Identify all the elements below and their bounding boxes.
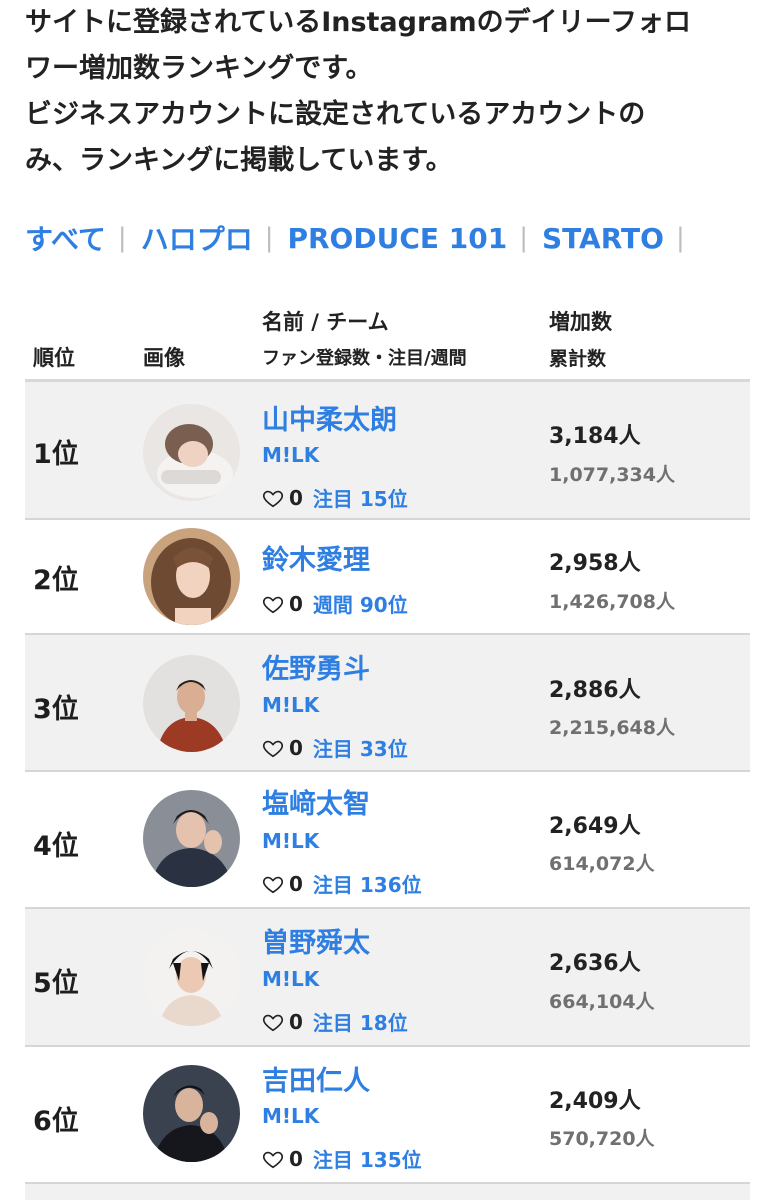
- follower-total: 2,215,648人: [549, 717, 675, 739]
- table-row[interactable]: 2位 鈴木愛理 0 週間 90位 2,958人 1,426,708人: [25, 520, 750, 635]
- avatar[interactable]: [143, 404, 240, 501]
- rank-label: 3位: [33, 694, 79, 725]
- rank-label: 1位: [33, 439, 79, 470]
- fan-note-line: 0 注目 136位: [262, 869, 422, 898]
- member-name-link[interactable]: 吉田仁人: [262, 1059, 370, 1098]
- filter-separator: |: [519, 223, 528, 253]
- attention-rank[interactable]: 注目 33位: [313, 733, 408, 762]
- team-link[interactable]: M!LK: [262, 443, 319, 467]
- fan-count: 0: [289, 735, 303, 760]
- table-header: 順位 画像 名前 / チーム ファン登録数・注目/週間 増加数 累計数: [25, 292, 750, 382]
- heart-outline-icon[interactable]: [262, 737, 284, 759]
- fan-count: 0: [289, 591, 303, 616]
- intro-line: ワー増加数ランキングです。: [25, 53, 373, 84]
- follower-increase: 3,184人: [549, 424, 641, 449]
- rank-label: 2位: [33, 565, 79, 596]
- intro-line: サイトに登録されているInstagramのデイリーフォロ: [25, 7, 692, 38]
- intro-line: ビジネスアカウントに設定されているアカウントの: [25, 99, 646, 130]
- follower-increase: 2,649人: [549, 814, 641, 839]
- weekly-rank[interactable]: 週間 90位: [313, 589, 408, 618]
- follower-increase: 2,636人: [549, 951, 641, 976]
- intro-line: み、ランキングに掲載しています。: [25, 145, 453, 176]
- avatar[interactable]: [143, 528, 240, 625]
- member-name-link[interactable]: 山中柔太朗: [262, 398, 397, 437]
- fan-note-line: 0 注目 15位: [262, 483, 408, 512]
- table-row[interactable]: 3位 佐野勇斗 M!LK 0 注目 33位 2,886人 2,215,648人: [25, 635, 750, 772]
- team-link[interactable]: M!LK: [262, 967, 319, 991]
- intro-text: サイトに登録されているInstagramのデイリーフォロ ワー増加数ランキングで…: [25, 0, 755, 184]
- rank-label: 6位: [33, 1106, 79, 1137]
- filter-separator: |: [117, 223, 127, 253]
- avatar[interactable]: [143, 655, 240, 752]
- filter-separator: |: [264, 223, 274, 253]
- fan-count: 0: [289, 871, 303, 896]
- filter-starto-link[interactable]: STARTO: [542, 222, 664, 255]
- header-image: 画像: [143, 346, 185, 370]
- table-row[interactable]: 1位 山中柔太朗 M!LK 0 注目 15位 3,184人 1,077,334人: [25, 382, 750, 520]
- heart-outline-icon[interactable]: [262, 487, 284, 509]
- heart-outline-icon[interactable]: [262, 1011, 284, 1033]
- header-fans-note: ファン登録数・注目/週間: [262, 348, 467, 369]
- fan-note-line: 0 注目 135位: [262, 1144, 422, 1173]
- attention-rank[interactable]: 注目 135位: [313, 1144, 422, 1173]
- member-name-link[interactable]: 佐野勇斗: [262, 647, 370, 686]
- attention-rank[interactable]: 注目 15位: [313, 483, 408, 512]
- header-increase: 増加数: [549, 310, 612, 334]
- attention-rank[interactable]: 注目 136位: [313, 869, 422, 898]
- follower-total: 1,426,708人: [549, 591, 675, 613]
- rank-label: 5位: [33, 968, 79, 999]
- category-filter-bar: すべて | ハロプロ | PRODUCE 101 | STARTO |: [25, 214, 699, 262]
- avatar[interactable]: [143, 929, 240, 1026]
- heart-outline-icon[interactable]: [262, 593, 284, 615]
- member-name-link[interactable]: 曽野舜太: [262, 921, 370, 960]
- follower-total: 570,720人: [549, 1128, 655, 1150]
- team-link[interactable]: M!LK: [262, 693, 319, 717]
- header-rank: 順位: [33, 346, 75, 370]
- header-name-team: 名前 / チーム: [262, 310, 389, 334]
- avatar[interactable]: [143, 790, 240, 887]
- avatar[interactable]: [143, 1065, 240, 1162]
- heart-outline-icon[interactable]: [262, 873, 284, 895]
- follower-total: 614,072人: [549, 853, 655, 875]
- member-name-link[interactable]: 鈴木愛理: [262, 538, 370, 577]
- table-row[interactable]: 6位 吉田仁人 M!LK 0 注目 135位 2,409人 570,720人: [25, 1047, 750, 1184]
- fan-note-line: 0 週間 90位: [262, 589, 408, 618]
- follower-total: 1,077,334人: [549, 464, 675, 486]
- heart-outline-icon[interactable]: [262, 1148, 284, 1170]
- team-link[interactable]: M!LK: [262, 1104, 319, 1128]
- fan-count: 0: [289, 485, 303, 510]
- table-row[interactable]: 4位 塩﨑太智 M!LK 0 注目 136位 2,649人 614,072人: [25, 772, 750, 909]
- rank-label: 4位: [33, 831, 79, 862]
- member-name-link[interactable]: 塩﨑太智: [262, 782, 370, 821]
- filter-all-link[interactable]: すべて: [25, 218, 106, 258]
- attention-rank[interactable]: 注目 18位: [313, 1007, 408, 1036]
- fan-note-line: 0 注目 18位: [262, 1007, 408, 1036]
- filter-separator: |: [675, 223, 685, 253]
- filter-produce101-link[interactable]: PRODUCE 101: [287, 222, 507, 255]
- fan-note-line: 0 注目 33位: [262, 733, 408, 762]
- ranking-table: 順位 画像 名前 / チーム ファン登録数・注目/週間 増加数 累計数 1位 山…: [25, 292, 750, 1184]
- header-cumulative: 累計数: [549, 348, 607, 370]
- fan-count: 0: [289, 1009, 303, 1034]
- follower-increase: 2,958人: [549, 551, 641, 576]
- team-link[interactable]: M!LK: [262, 829, 319, 853]
- filter-helloproject-link[interactable]: ハロプロ: [141, 218, 253, 258]
- next-row-peek: [25, 1184, 750, 1200]
- follower-increase: 2,409人: [549, 1089, 641, 1114]
- fan-count: 0: [289, 1146, 303, 1171]
- follower-total: 664,104人: [549, 991, 655, 1013]
- table-row[interactable]: 5位 曽野舜太 M!LK 0 注目 18位 2,636人 664,104人: [25, 909, 750, 1047]
- follower-increase: 2,886人: [549, 678, 641, 703]
